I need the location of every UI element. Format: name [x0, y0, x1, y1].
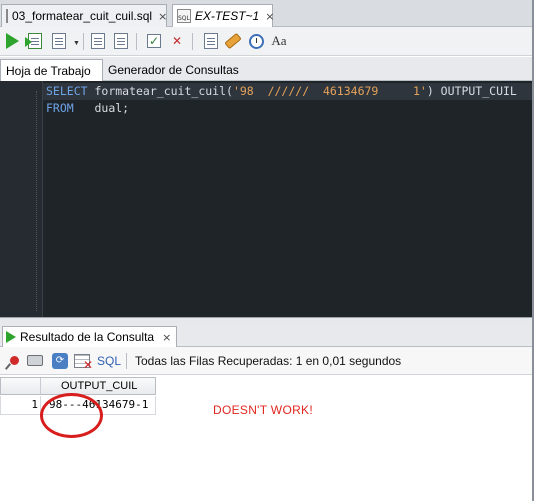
- run-icon: [6, 331, 16, 343]
- toolbar-divider: [192, 33, 193, 50]
- run-statement-icon: [5, 33, 19, 49]
- column-alias: ) OUTPUT_CUIL: [426, 84, 517, 98]
- tab-hoja-de-trabajo[interactable]: Hoja de Trabajo: [0, 59, 103, 81]
- fold-guide: [36, 91, 37, 311]
- unshared-sql-icon: [204, 33, 218, 49]
- sql-file-icon: [6, 9, 8, 23]
- clear-icon: [224, 32, 242, 50]
- status-text: Todas las Filas Recuperadas: 1 en 0,01 s…: [135, 353, 402, 368]
- run-script-icon: [25, 33, 42, 49]
- worksheet-toolbar: ▼ ✓ ✕ Aa: [0, 27, 534, 56]
- clear-button[interactable]: [224, 32, 242, 50]
- chevron-down-icon[interactable]: ▼: [73, 40, 80, 47]
- run-statement-button[interactable]: [3, 32, 21, 50]
- results-toolbar: ⟳ ✕ SQL Todas las Filas Recuperadas: 1 e…: [0, 347, 534, 374]
- rollback-button[interactable]: ✕: [168, 32, 186, 50]
- commit-icon: ✓: [147, 34, 161, 48]
- sql-tuning-button[interactable]: [112, 32, 130, 50]
- unshared-sql-button[interactable]: [202, 32, 220, 50]
- fetch-status: Todas las Filas Recuperadas: 1 en 0,01 s…: [135, 352, 401, 369]
- code-line-1[interactable]: SELECT formatear_cuit_cuil('98 ////// 46…: [43, 83, 534, 100]
- tab-generador-de-consultas[interactable]: Generador de Consultas: [103, 59, 244, 81]
- sql-link[interactable]: SQL: [97, 352, 121, 369]
- sql-editor[interactable]: SELECT formatear_cuit_cuil('98 ////// 46…: [0, 81, 534, 317]
- refresh-button[interactable]: ⟳: [52, 352, 68, 369]
- close-icon[interactable]: ×: [265, 10, 274, 23]
- results-tab-bar: Resultado de la Consulta ×: [0, 325, 534, 347]
- doc-tab-label: EX-TEST~1: [194, 9, 260, 23]
- toolbar-divider: [83, 33, 84, 50]
- autotrace-icon: [52, 33, 66, 49]
- worksheet-tab-bar: Hoja de Trabajo Generador de Consultas: [0, 57, 534, 81]
- run-script-button[interactable]: [25, 32, 44, 50]
- gutter-divider: [42, 81, 43, 317]
- string-literal: '98 ////// 46134679 1': [232, 84, 427, 98]
- document-tab-bar: 03_formatear_cuit_cuil.sql × SQL EX-TEST…: [0, 0, 534, 27]
- history-button[interactable]: [247, 32, 265, 50]
- splitter[interactable]: [0, 317, 534, 325]
- highlight-circle: [40, 393, 103, 438]
- printer-icon: [27, 355, 43, 366]
- refresh-icon: ⟳: [52, 352, 68, 369]
- close-icon[interactable]: ×: [158, 10, 167, 23]
- cancel-grid-icon: ✕: [74, 353, 93, 372]
- toolbar-divider: [136, 33, 137, 50]
- tab-resultado-consulta[interactable]: Resultado de la Consulta ×: [2, 326, 178, 347]
- sql-worksheet-icon: SQL: [177, 9, 191, 23]
- row-number: 1: [1, 396, 41, 414]
- doc-tab-formatear-sql[interactable]: 03_formatear_cuit_cuil.sql ×: [1, 4, 167, 27]
- keyword-from: FROM: [46, 101, 74, 115]
- print-button[interactable]: [27, 352, 43, 369]
- format-icon: Aa: [271, 33, 287, 48]
- toolbar-divider: [126, 353, 127, 369]
- function-call: formatear_cuit_cuil(: [87, 84, 233, 98]
- close-icon[interactable]: ×: [162, 331, 171, 344]
- column-header-output-cuil[interactable]: OUTPUT_CUIL: [43, 378, 137, 394]
- code-line-2[interactable]: FROM dual;: [46, 100, 129, 117]
- commit-button[interactable]: ✓: [145, 32, 163, 50]
- explain-plan-icon: [91, 33, 105, 49]
- autotrace-button[interactable]: [50, 32, 68, 50]
- grid-header: OUTPUT_CUIL: [0, 377, 156, 395]
- annotation-text: DOESN'T WORK!: [213, 403, 313, 417]
- pin-icon: [10, 356, 19, 365]
- row-number-header[interactable]: [1, 378, 41, 394]
- sql-tuning-icon: [114, 33, 128, 49]
- doc-tab-label: 03_formatear_cuit_cuil.sql: [12, 9, 153, 23]
- results-tab-label: Resultado de la Consulta: [20, 330, 155, 344]
- rollback-icon: ✕: [171, 34, 183, 48]
- sql-link-label: SQL: [97, 353, 122, 368]
- history-icon: [248, 33, 264, 49]
- keyword-select: SELECT: [46, 84, 88, 98]
- format-button[interactable]: Aa: [270, 32, 288, 50]
- cancel-fetch-button[interactable]: ✕: [74, 352, 93, 372]
- freeze-view-button[interactable]: [10, 352, 19, 369]
- doc-tab-ex-test[interactable]: SQL EX-TEST~1 ×: [172, 4, 274, 27]
- explain-plan-button[interactable]: [89, 32, 107, 50]
- table-name: dual;: [73, 101, 130, 115]
